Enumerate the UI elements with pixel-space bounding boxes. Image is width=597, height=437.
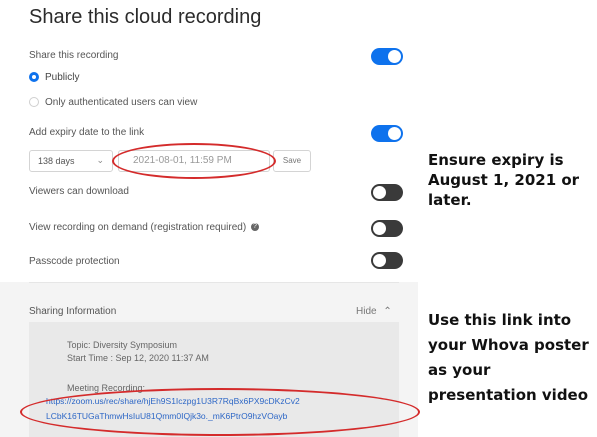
link-note-line: Use this link into — [428, 311, 572, 329]
expiry-date-highlight — [112, 143, 276, 179]
hide-toggle[interactable]: Hide ⌃ — [356, 306, 392, 317]
publicly-radio[interactable] — [29, 72, 39, 82]
expiry-note-line: Ensure expiry is — [428, 151, 564, 169]
hide-label: Hide — [356, 306, 377, 317]
authenticated-only-label: Only authenticated users can view — [45, 97, 198, 108]
expiry-label: Add expiry date to the link — [29, 127, 145, 138]
expiry-toggle[interactable] — [371, 125, 403, 142]
view-on-demand-label-wrap: View recording on demand (registration r… — [29, 222, 259, 233]
toggle-knob — [373, 186, 386, 199]
sharing-info-label: Sharing Information — [29, 306, 117, 317]
expiry-instruction-note: Ensure expiry is August 1, 2021 or later… — [428, 150, 579, 210]
chevron-down-icon: ⌄ — [96, 155, 104, 165]
toggle-knob — [373, 254, 386, 267]
view-on-demand-label: View recording on demand (registration r… — [29, 222, 247, 233]
toggle-knob — [373, 222, 386, 235]
expiry-days-select[interactable]: 138 days ⌄ — [29, 150, 113, 172]
toggle-knob — [388, 50, 401, 63]
passcode-label: Passcode protection — [29, 256, 120, 267]
toggle-knob — [388, 127, 401, 140]
start-time-text: Start Time : Sep 12, 2020 11:37 AM — [67, 353, 209, 363]
viewers-download-label: Viewers can download — [29, 186, 129, 197]
share-recording-toggle[interactable] — [371, 48, 403, 65]
share-recording-label: Share this recording — [29, 50, 119, 61]
recording-link-highlight — [20, 388, 420, 436]
info-icon[interactable]: ? — [250, 223, 259, 232]
link-note-line: presentation video — [428, 386, 589, 404]
expiry-days-value: 138 days — [38, 156, 75, 166]
authenticated-only-radio[interactable] — [29, 97, 39, 107]
expiry-note-line: August 1, 2021 or — [428, 171, 580, 189]
passcode-toggle[interactable] — [371, 252, 403, 269]
view-on-demand-toggle[interactable] — [371, 220, 403, 237]
chevron-up-icon: ⌃ — [383, 306, 392, 317]
topic-text: Topic: Diversity Symposium — [67, 340, 178, 350]
publicly-label: Publicly — [45, 72, 80, 83]
viewers-download-toggle[interactable] — [371, 184, 403, 201]
divider — [29, 282, 399, 283]
share-recording-panel: Share this cloud recording Share this re… — [0, 0, 418, 437]
link-instruction-note: Use this link into your Whova poster as … — [428, 308, 589, 408]
link-note-line: as your — [428, 361, 491, 379]
link-note-line: your Whova poster — [428, 336, 589, 354]
page-title: Share this cloud recording — [29, 6, 262, 28]
save-button[interactable]: Save — [273, 150, 311, 172]
expiry-note-line: later. — [428, 191, 472, 209]
